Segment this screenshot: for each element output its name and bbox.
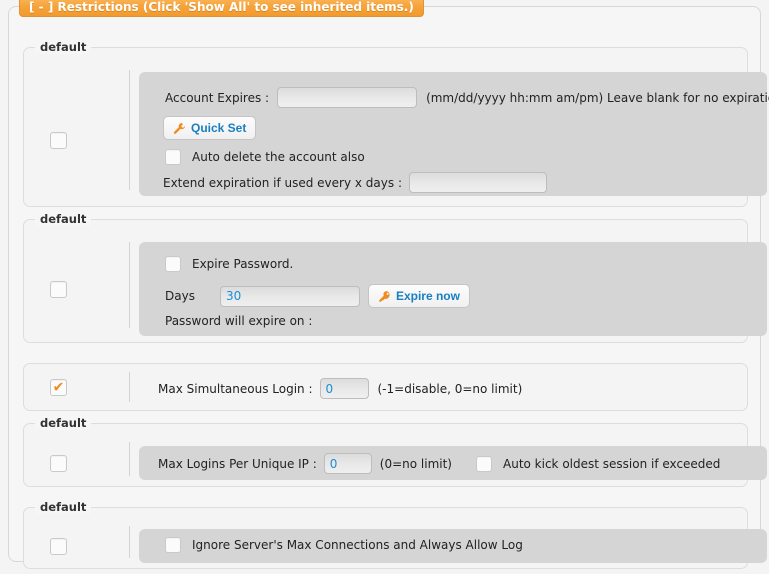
max-logins-per-ip-label: Max Logins Per Unique IP : [158, 456, 317, 471]
extend-expiration-row: Extend expiration if used every x days : [163, 172, 547, 193]
wrench-icon [173, 122, 186, 135]
password-will-expire-row: Password will expire on : [165, 314, 312, 328]
account-expires-content-panel: Account Expires : (mm/dd/yyyy hh:mm am/p… [139, 72, 769, 196]
days-row: Days Expire now [165, 284, 470, 308]
max-simultaneous-login-enable-column: ✔ [24, 364, 116, 410]
max-logins-per-ip-enable-column [24, 424, 116, 486]
expire-password-enable-column [24, 220, 116, 342]
max-logins-per-ip-hint: (0=no limit) [379, 456, 452, 471]
auto-kick-label: Auto kick oldest session if exceeded [503, 456, 721, 471]
expire-password-content-panel: Expire Password. Days Expire now Passwor… [139, 242, 767, 336]
max-logins-per-ip-content-panel: Max Logins Per Unique IP : (0=no limit) … [139, 446, 767, 480]
ignore-max-connections-enable-column [24, 508, 116, 568]
expire-password-checkbox[interactable] [165, 256, 181, 272]
quick-set-row: Quick Set [163, 116, 257, 140]
max-logins-per-ip-row: Max Logins Per Unique IP : (0=no limit) … [158, 453, 720, 474]
section-account-expires: default Account Expires : (mm/dd/yyyy hh… [23, 40, 769, 207]
quick-set-label: Quick Set [191, 121, 247, 135]
expire-password-row[interactable]: Expire Password. [165, 256, 293, 272]
max-simultaneous-login-label: Max Simultaneous Login : [158, 381, 313, 396]
extend-expiration-input[interactable] [408, 172, 547, 193]
quick-set-button[interactable]: Quick Set [163, 116, 257, 140]
account-expires-row: Account Expires : (mm/dd/yyyy hh:mm am/p… [165, 87, 769, 108]
account-expires-enable-checkbox[interactable] [50, 132, 67, 149]
auto-delete-label: Auto delete the account also [192, 150, 365, 164]
extend-expiration-label: Extend expiration if used every x days : [163, 175, 402, 190]
restrictions-panel: [ - ] Restrictions (Click 'Show All' to … [8, 0, 769, 569]
password-will-expire-label: Password will expire on : [165, 314, 313, 328]
max-logins-per-ip-input[interactable] [323, 453, 372, 474]
section-max-logins-per-ip: default Max Logins Per Unique IP : (0=no… [23, 416, 767, 487]
section-ignore-max-connections: default Ignore Server's Max Connections … [23, 500, 767, 569]
account-expires-enable-column [24, 48, 116, 206]
max-simultaneous-login-content-panel: Max Simultaneous Login : (-1=disable, 0=… [139, 370, 767, 406]
max-simultaneous-login-hint: (-1=disable, 0=no limit) [377, 381, 523, 396]
ignore-max-connections-checkbox[interactable] [165, 537, 181, 553]
expire-now-button[interactable]: Expire now [367, 284, 470, 308]
ignore-max-connections-row[interactable]: Ignore Server's Max Connections and Alwa… [165, 537, 523, 553]
section-max-simultaneous-login: ✔ Max Simultaneous Login : (-1=disable, … [23, 363, 748, 411]
checkmark-icon: ✔ [52, 378, 65, 395]
ignore-max-connections-enable-checkbox[interactable] [50, 538, 67, 555]
days-input[interactable] [219, 285, 360, 307]
ignore-max-connections-label: Ignore Server's Max Connections and Alwa… [192, 538, 523, 552]
expire-password-enable-checkbox[interactable] [50, 281, 67, 298]
section-divider [129, 242, 130, 328]
section-divider [129, 526, 130, 558]
section-divider [129, 70, 130, 190]
restrictions-legend[interactable]: [ - ] Restrictions (Click 'Show All' to … [19, 0, 424, 17]
max-simultaneous-login-input[interactable] [319, 378, 369, 399]
section-expire-password: default Expire Password. Days 30 Expire … [23, 212, 767, 343]
auto-kick-checkbox[interactable] [476, 455, 492, 472]
ignore-max-connections-content-panel: Ignore Server's Max Connections and Alwa… [139, 529, 767, 563]
account-expires-hint: (mm/dd/yyyy hh:mm am/pm) Leave blank for… [426, 90, 769, 105]
key-icon [378, 290, 391, 303]
days-label: Days [165, 289, 195, 303]
expire-now-label: Expire now [395, 289, 460, 303]
expire-password-label: Expire Password. [192, 257, 294, 271]
section-divider [129, 442, 130, 476]
account-expires-input[interactable] [277, 87, 418, 108]
max-logins-per-ip-enable-checkbox[interactable] [50, 455, 67, 472]
auto-delete-row[interactable]: Auto delete the account also [165, 149, 365, 165]
auto-delete-checkbox[interactable] [165, 149, 181, 165]
max-simultaneous-login-enable-checkbox[interactable]: ✔ [50, 379, 67, 396]
max-simultaneous-login-row: Max Simultaneous Login : (-1=disable, 0=… [158, 378, 522, 399]
section-divider [129, 372, 130, 402]
account-expires-label: Account Expires : [165, 90, 270, 105]
